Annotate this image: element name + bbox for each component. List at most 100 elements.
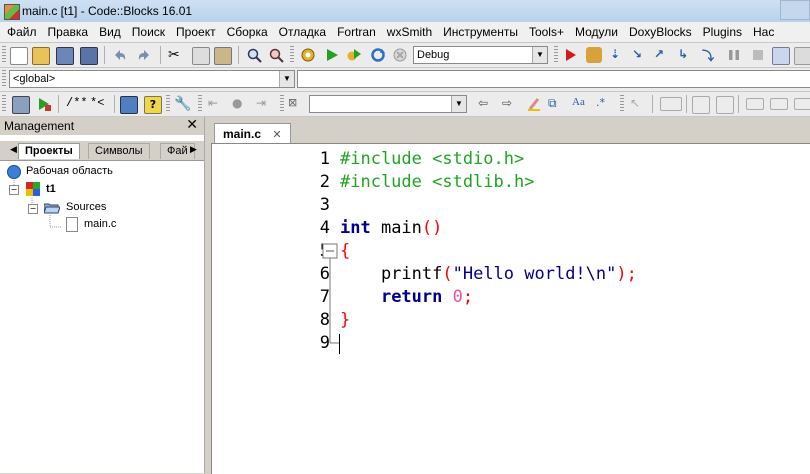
toolbar-grip[interactable] — [198, 95, 202, 113]
tree-folder-sources[interactable]: Sources — [66, 201, 106, 213]
scope-select[interactable]: <global> ▼ — [9, 70, 295, 88]
debug-info-icon[interactable] — [794, 47, 810, 65]
code-editor[interactable]: 123456789 #include <stdio.h>#include <st… — [211, 143, 810, 474]
redo-icon[interactable] — [136, 47, 152, 63]
menu-view[interactable]: Вид — [99, 22, 121, 39]
menu-build[interactable]: Сборка — [227, 22, 268, 39]
toolbar-grip[interactable] — [2, 46, 6, 64]
save-all-icon[interactable] — [80, 47, 98, 65]
envelope-icon[interactable] — [692, 96, 710, 114]
function-select[interactable] — [297, 70, 810, 88]
search-prev-icon[interactable]: ⇦ — [478, 96, 494, 112]
menu-wxsmith[interactable]: wxSmith — [387, 22, 432, 39]
abort-build-icon[interactable] — [392, 47, 408, 63]
menu-file[interactable]: Файл — [7, 22, 37, 39]
panel-icon[interactable] — [746, 98, 764, 110]
paste-icon[interactable] — [214, 47, 232, 65]
cut-icon[interactable]: ✂ — [168, 47, 184, 63]
doxywizard-icon[interactable] — [12, 96, 30, 114]
run-icon[interactable] — [324, 47, 340, 63]
step-into-instruction-icon[interactable]: ⤵ — [702, 47, 718, 63]
next-instruction-icon[interactable]: ↳ — [678, 47, 694, 63]
image-icon[interactable] — [716, 96, 734, 114]
menu-edit[interactable]: Правка — [48, 22, 89, 39]
tab-scroll-right-icon[interactable]: ▶ — [184, 143, 203, 159]
menu-debug[interactable]: Отладка — [279, 22, 326, 39]
toolbar-grip[interactable] — [2, 70, 6, 88]
code-line[interactable]: #include <stdlib.h> — [340, 172, 534, 192]
code-line[interactable]: #include <stdio.h> — [340, 149, 524, 169]
line-comment-button[interactable]: *< — [90, 96, 104, 110]
copy-icon[interactable] — [192, 47, 210, 65]
toolbar-grip[interactable] — [554, 46, 558, 64]
toolbar-grip[interactable] — [290, 46, 294, 64]
toolbar-grip[interactable] — [620, 95, 624, 113]
menu-tools[interactable]: Инструменты — [443, 22, 518, 39]
highlight-icon[interactable] — [526, 96, 542, 112]
new-file-icon[interactable] — [10, 47, 28, 65]
menu-plugins-ru[interactable]: Модули — [575, 22, 618, 39]
debug-continue-icon[interactable] — [562, 47, 578, 63]
minimize-button[interactable] — [780, 0, 810, 20]
block-comment-button[interactable]: /** — [66, 96, 88, 110]
stop-debug-icon[interactable] — [750, 47, 766, 63]
step-into-icon[interactable]: ↘ — [632, 47, 648, 63]
close-icon[interactable]: ✕ — [272, 129, 281, 141]
code-line[interactable]: } — [340, 310, 350, 330]
rebuild-icon[interactable] — [370, 47, 386, 63]
toolbar-grip[interactable] — [2, 95, 6, 113]
next-bookmark-icon[interactable]: ⇥ — [256, 96, 272, 112]
match-case-icon[interactable]: Aa — [572, 96, 588, 112]
menu-fortran[interactable]: Fortran — [337, 22, 376, 39]
wrench-icon[interactable]: 🔧 — [174, 96, 191, 112]
extract-docs-icon[interactable] — [36, 96, 52, 112]
menu-doxyblocks[interactable]: DoxyBlocks — [629, 22, 692, 39]
menu-tools-plus[interactable]: Tools+ — [529, 22, 564, 39]
menu-search[interactable]: Поиск — [132, 22, 165, 39]
collapse-icon[interactable]: − — [9, 185, 19, 195]
incremental-search-input[interactable]: ▼ — [309, 95, 467, 113]
debug-windows-icon[interactable] — [772, 47, 790, 65]
toolbar-grip[interactable] — [280, 95, 284, 113]
code-line[interactable]: { — [340, 241, 350, 261]
toggle-bookmark-icon[interactable]: ● — [232, 96, 248, 112]
chm-help-icon[interactable]: ? — [144, 96, 162, 114]
menu-plugins[interactable]: Plugins — [703, 22, 742, 39]
build-target-select[interactable]: Debug ▼ — [413, 46, 548, 64]
build-and-run-icon[interactable] — [346, 47, 362, 63]
clear-search-icon[interactable]: ⊠ — [288, 96, 304, 112]
build-icon[interactable] — [300, 47, 316, 63]
next-line-icon[interactable]: ⇣ — [610, 47, 626, 63]
code-line[interactable]: return 0; — [340, 287, 473, 307]
tab-main-c[interactable]: main.c ✕ — [214, 123, 291, 143]
code-line[interactable]: int main() — [340, 218, 442, 238]
step-out-icon[interactable]: ↗ — [654, 47, 670, 63]
regex-icon[interactable]: .* — [596, 96, 612, 112]
code-line[interactable]: printf("Hello world!\n"); — [340, 264, 637, 284]
tree-file-main[interactable]: main.c — [84, 218, 116, 230]
search-next-icon[interactable]: ⇨ — [502, 96, 518, 112]
panel-icon[interactable] — [794, 98, 810, 110]
selected-text-icon[interactable]: ⧉ — [548, 96, 564, 112]
menu-project[interactable]: Проект — [176, 22, 216, 39]
pause-icon[interactable] — [726, 47, 742, 63]
run-to-cursor-icon[interactable] — [586, 47, 602, 63]
pointer-icon[interactable]: ↖ — [630, 96, 646, 112]
panel-icon[interactable] — [770, 98, 788, 110]
save-icon[interactable] — [56, 47, 74, 65]
tab-projects[interactable]: Проекты — [18, 143, 80, 159]
tree-project[interactable]: t1 — [46, 183, 56, 195]
find-icon[interactable] — [246, 47, 262, 63]
menu-settings[interactable]: Нас — [753, 22, 774, 39]
prev-bookmark-icon[interactable]: ⇤ — [208, 96, 224, 112]
undo-icon[interactable] — [112, 47, 128, 63]
close-icon[interactable]: ✕ — [186, 117, 198, 133]
replace-icon[interactable] — [268, 47, 284, 63]
open-folder-icon[interactable] — [32, 47, 50, 65]
html-docs-icon[interactable] — [120, 96, 138, 114]
collapse-icon[interactable]: − — [28, 204, 38, 214]
tree-workspace[interactable]: Рабочая область — [26, 165, 113, 177]
toolbar-grip[interactable] — [166, 95, 170, 113]
frame-icon[interactable] — [660, 97, 682, 111]
tab-symbols[interactable]: Символы — [88, 143, 150, 159]
